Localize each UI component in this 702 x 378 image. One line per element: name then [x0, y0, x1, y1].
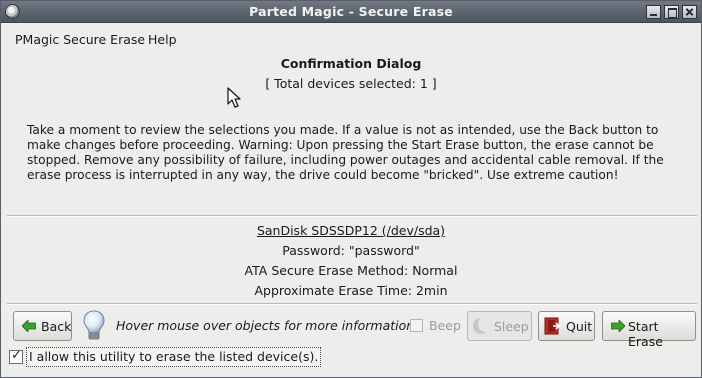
allow-erase-checkbox[interactable]: ✓	[9, 348, 23, 364]
start-erase-button-label: Start Erase	[628, 319, 663, 349]
devices-selected-count: [ Total devices selected: 1 ]	[265, 76, 437, 91]
minimize-button[interactable]	[646, 5, 661, 19]
menu-pmagic-secure-erase[interactable]: PMagic Secure Erase	[15, 32, 145, 47]
quit-button-label: Quit	[566, 319, 593, 334]
mouse-pointer-icon	[227, 87, 241, 108]
green-right-arrow-icon	[611, 320, 625, 332]
beep-label[interactable]: Beep	[429, 318, 461, 333]
dialog-heading: Confirmation Dialog	[280, 56, 422, 71]
warning-text: Take a moment to review the selections y…	[27, 123, 664, 182]
green-left-arrow-icon	[22, 320, 36, 332]
menu-help[interactable]: Help	[148, 32, 177, 47]
sleep-button[interactable]: Sleep	[467, 311, 532, 341]
sleep-button-label: Sleep	[494, 319, 529, 334]
separator	[7, 215, 697, 217]
device-name-link[interactable]: SanDisk SDSSDP12 (/dev/sda)	[1, 223, 701, 238]
close-button[interactable]	[682, 5, 697, 19]
start-erase-button[interactable]: Start Erase	[602, 311, 696, 349]
beep-checkbox[interactable]	[410, 319, 423, 332]
secure-erase-window: Parted Magic - Secure Erase PMagic Secur…	[0, 0, 702, 378]
window-title: Parted Magic - Secure Erase	[249, 4, 453, 19]
title-bar[interactable]: Parted Magic - Secure Erase	[1, 1, 701, 23]
exit-door-icon	[544, 317, 561, 335]
back-button-label: Back	[41, 319, 72, 334]
back-button[interactable]: Back	[13, 311, 72, 341]
quit-button[interactable]: Quit	[538, 311, 595, 341]
hover-hint: Hover mouse over objects for more inform…	[116, 318, 415, 333]
erase-time: Approximate Erase Time: 2min	[254, 283, 448, 298]
allow-erase-label[interactable]: I allow this utility to erase the listed…	[26, 347, 322, 367]
lightbulb-icon	[83, 310, 105, 340]
device-password: Password: "password"	[282, 243, 420, 258]
menu-bar: PMagic Secure Erase Help	[1, 23, 701, 53]
separator	[7, 303, 697, 305]
moon-icon	[473, 318, 489, 334]
maximize-button[interactable]	[664, 5, 679, 19]
erase-method: ATA Secure Erase Method: Normal	[244, 263, 458, 278]
checkmark-icon: ✓	[11, 348, 22, 363]
